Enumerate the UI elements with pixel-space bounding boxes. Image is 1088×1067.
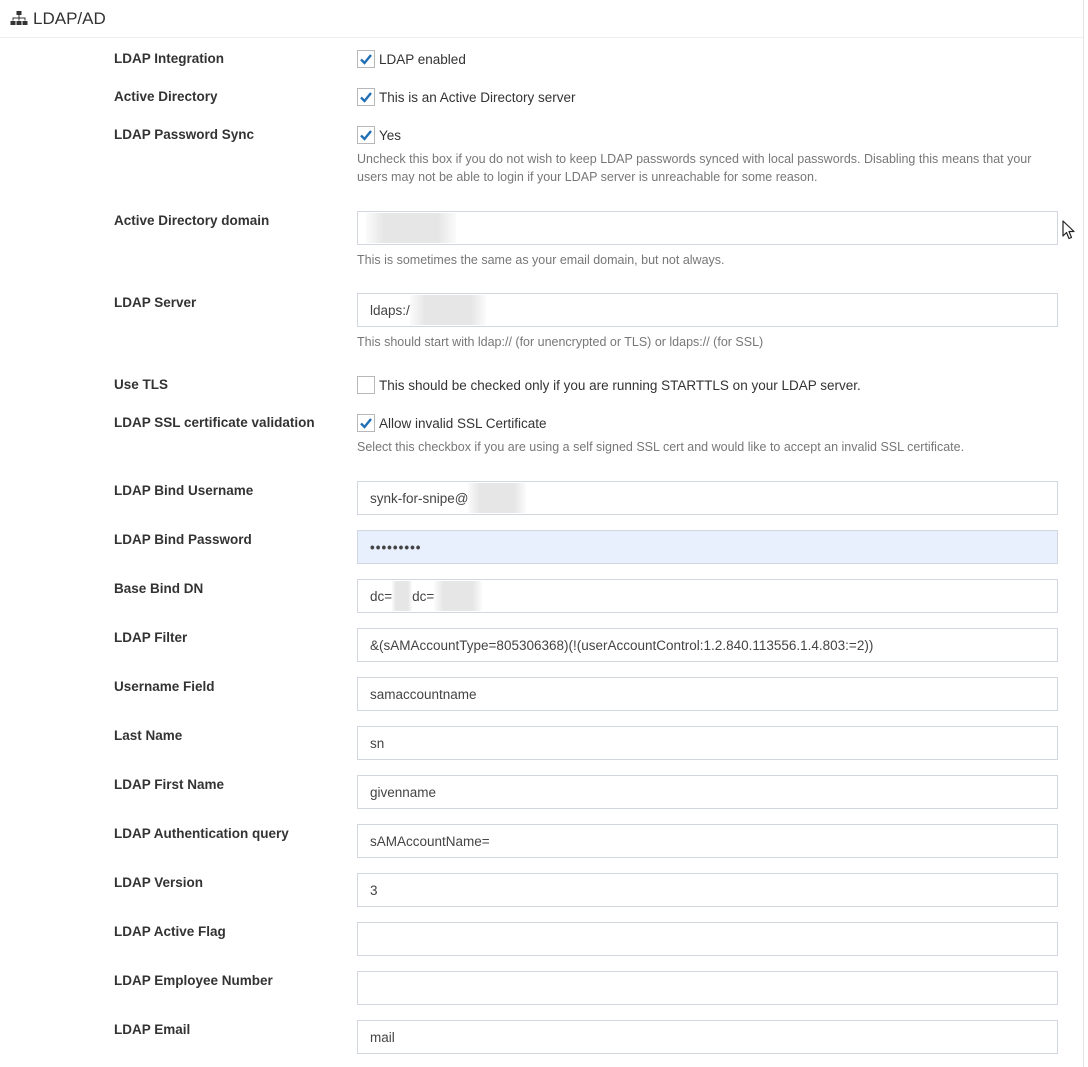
redacted-value — [468, 483, 527, 513]
checkbox-password-sync[interactable] — [357, 126, 375, 144]
redacted-value — [392, 581, 413, 611]
label-employee-number: LDAP Employee Number — [114, 973, 273, 988]
redacted-value — [434, 581, 483, 611]
base-dn-input[interactable]: dc= dc= — [357, 579, 1058, 613]
version-input[interactable]: 3 — [357, 873, 1058, 907]
page-title: LDAP/AD — [33, 8, 106, 28]
help-ssl-validation: Select this checkbox if you are using a … — [357, 440, 965, 454]
help-password-sync: Uncheck this box if you do not wish to k… — [357, 152, 1032, 184]
mouse-pointer-icon — [1062, 220, 1075, 240]
label-ldap-server: LDAP Server — [114, 295, 197, 310]
label-bind-password: LDAP Bind Password — [114, 532, 252, 547]
checkbox-allow-invalid-ssl[interactable] — [357, 414, 375, 432]
label-ssl-validation: LDAP SSL certificate validation — [114, 415, 315, 430]
ldap-settings-panel: LDAP/AD LDAP Integration LDAP enabled Ac… — [0, 0, 1084, 1067]
label-last-name: Last Name — [114, 728, 183, 743]
label-username-field: Username Field — [114, 679, 215, 694]
checkbox-label-use-tls[interactable]: This should be checked only if you are r… — [379, 378, 861, 393]
label-use-tls: Use TLS — [114, 377, 169, 392]
checkbox-label-active-directory[interactable]: This is an Active Directory server — [379, 90, 576, 105]
label-first-name: LDAP First Name — [114, 777, 225, 792]
last-name-input[interactable]: sn — [357, 726, 1058, 760]
redacted-value — [409, 295, 486, 325]
first-name-input[interactable]: givenname — [357, 775, 1058, 809]
ldap-server-input[interactable]: ldaps:/ — [357, 293, 1058, 327]
label-ad-domain: Active Directory domain — [114, 213, 270, 228]
checkbox-active-directory[interactable] — [357, 88, 375, 106]
label-email: LDAP Email — [114, 1022, 191, 1037]
label-ldap-filter: LDAP Filter — [114, 630, 188, 645]
label-ldap-integration: LDAP Integration — [114, 51, 225, 66]
employee-number-input[interactable] — [357, 971, 1058, 1005]
ad-domain-input[interactable] — [357, 211, 1058, 245]
redacted-value — [366, 213, 456, 243]
checkbox-use-tls[interactable] — [357, 376, 375, 394]
label-active-directory: Active Directory — [114, 89, 218, 104]
bind-username-input[interactable]: synk-for-snipe@ — [357, 481, 1058, 515]
label-base-dn: Base Bind DN — [114, 581, 204, 596]
checkmark-icon — [360, 418, 372, 429]
checkbox-ldap-enabled[interactable] — [357, 50, 375, 68]
checkbox-label-allow-invalid-ssl[interactable]: Allow invalid SSL Certificate — [379, 416, 547, 431]
help-ldap-server: This should start with ldap:// (for unen… — [357, 335, 764, 349]
label-version: LDAP Version — [114, 875, 204, 890]
checkmark-icon — [360, 92, 372, 103]
label-auth-query: LDAP Authentication query — [114, 826, 289, 841]
checkbox-label-ldap-enabled[interactable]: LDAP enabled — [379, 52, 466, 67]
sitemap-icon — [10, 11, 28, 25]
active-flag-input[interactable] — [357, 922, 1058, 956]
checkbox-label-password-sync[interactable]: Yes — [379, 128, 401, 143]
email-input[interactable]: mail — [357, 1020, 1058, 1054]
auth-query-input[interactable]: sAMAccountName= — [357, 824, 1058, 858]
username-field-input[interactable]: samaccountname — [357, 677, 1058, 711]
help-ad-domain: This is sometimes the same as your email… — [357, 253, 725, 267]
label-bind-username: LDAP Bind Username — [114, 483, 254, 498]
panel-header: LDAP/AD — [0, 0, 1083, 38]
bind-password-input[interactable]: ••••••••• — [357, 530, 1058, 564]
label-active-flag: LDAP Active Flag — [114, 924, 226, 939]
checkmark-icon — [360, 130, 372, 141]
ldap-filter-input[interactable]: &(sAMAccountType=805306368)(!(userAccoun… — [357, 628, 1058, 662]
checkmark-icon — [360, 54, 372, 65]
label-password-sync: LDAP Password Sync — [114, 127, 255, 142]
